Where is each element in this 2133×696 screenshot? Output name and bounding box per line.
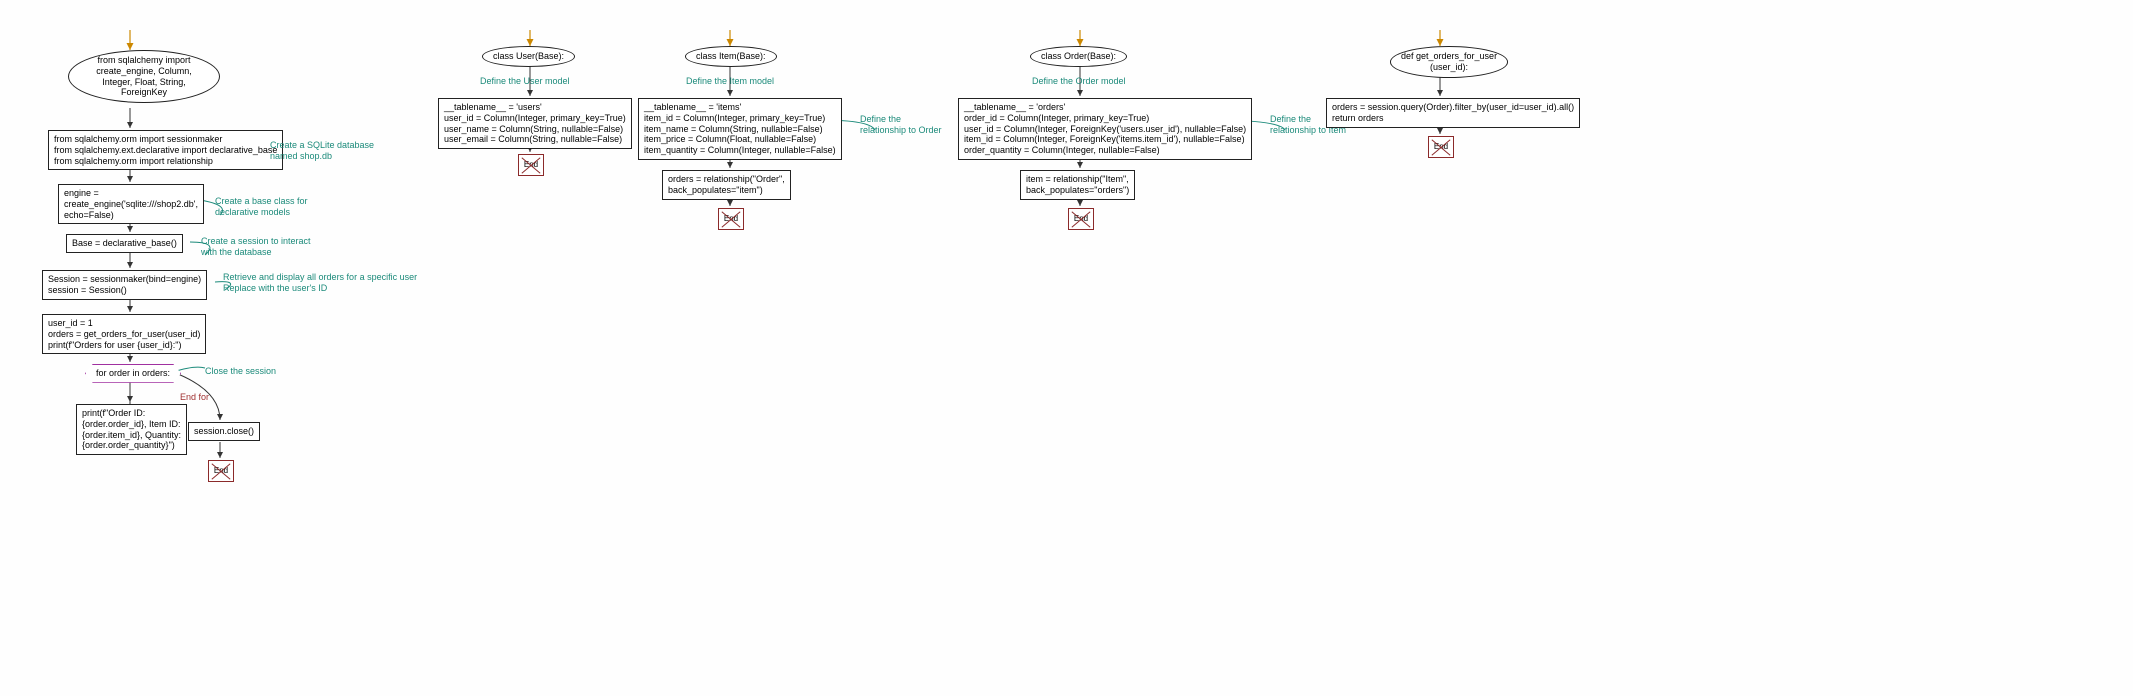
- item-rel-node: orders = relationship("Order", back_popu…: [662, 170, 791, 200]
- flowchart-canvas: from sqlalchemy import create_engine, Co…: [10, 10, 2133, 686]
- order-body-node: __tablename__ = 'orders' order_id = Colu…: [958, 98, 1252, 160]
- annot-create-db: Create a SQLite database named shop.db: [270, 140, 374, 162]
- item-start-node: class Item(Base):: [685, 46, 777, 67]
- main-end-node: End: [208, 460, 234, 482]
- user-end-node: End: [518, 154, 544, 176]
- item-end-node: End: [718, 208, 744, 230]
- node-text: for order in orders:: [96, 368, 170, 378]
- main-close-node: session.close(): [188, 422, 260, 441]
- func-start-node: def get_orders_for_user (user_id):: [1390, 46, 1508, 78]
- order-end-node: End: [1068, 208, 1094, 230]
- node-text: End: [1074, 214, 1088, 224]
- main-loop-node: for order in orders:: [85, 364, 181, 383]
- node-text: engine = create_engine('sqlite:///shop2.…: [64, 188, 198, 220]
- node-text: Session = sessionmaker(bind=engine) sess…: [48, 274, 201, 295]
- main-engine-node: engine = create_engine('sqlite:///shop2.…: [58, 184, 204, 224]
- func-body-node: orders = session.query(Order).filter_by(…: [1326, 98, 1580, 128]
- main-base-node: Base = declarative_base(): [66, 234, 183, 253]
- annot-order-model: Define the Order model: [1032, 76, 1126, 87]
- node-text: session.close(): [194, 426, 254, 436]
- annot-close: Close the session: [205, 366, 276, 377]
- node-text: orders = session.query(Order).filter_by(…: [1332, 102, 1574, 123]
- annot-endfor: End for: [180, 392, 209, 403]
- annot-item-rel: Define the relationship to Order: [860, 114, 942, 136]
- func-end-node: End: [1428, 136, 1454, 158]
- annot-base-class: Create a base class for declarative mode…: [215, 196, 308, 218]
- node-text: __tablename__ = 'items' item_id = Column…: [644, 102, 836, 155]
- main-session-node: Session = sessionmaker(bind=engine) sess…: [42, 270, 207, 300]
- user-body-node: __tablename__ = 'users' user_id = Column…: [438, 98, 632, 149]
- item-body-node: __tablename__ = 'items' item_id = Column…: [638, 98, 842, 160]
- annot-retrieve: Retrieve and display all orders for a sp…: [223, 272, 417, 294]
- node-text: class Item(Base):: [696, 51, 766, 61]
- node-text: End: [724, 214, 738, 224]
- node-text: user_id = 1 orders = get_orders_for_user…: [48, 318, 200, 350]
- main-print-node: print(f"Order ID: {order.order_id}, Item…: [76, 404, 187, 455]
- node-text: print(f"Order ID: {order.order_id}, Item…: [82, 408, 181, 450]
- node-text: End: [214, 466, 228, 476]
- main-start-node: from sqlalchemy import create_engine, Co…: [68, 50, 220, 103]
- annot-item-model: Define the Item model: [686, 76, 774, 87]
- node-text: orders = relationship("Order", back_popu…: [668, 174, 785, 195]
- node-text: from sqlalchemy.orm import sessionmaker …: [54, 134, 277, 166]
- annot-user-model: Define the User model: [480, 76, 570, 87]
- node-text: from sqlalchemy import create_engine, Co…: [96, 55, 192, 97]
- node-text: End: [1434, 142, 1448, 152]
- node-text: class User(Base):: [493, 51, 564, 61]
- main-userid-node: user_id = 1 orders = get_orders_for_user…: [42, 314, 206, 354]
- annot-session: Create a session to interact with the da…: [201, 236, 311, 258]
- node-text: item = relationship("Item", back_populat…: [1026, 174, 1129, 195]
- node-text: class Order(Base):: [1041, 51, 1116, 61]
- user-start-node: class User(Base):: [482, 46, 575, 67]
- order-rel-node: item = relationship("Item", back_populat…: [1020, 170, 1135, 200]
- node-text: def get_orders_for_user (user_id):: [1401, 51, 1497, 72]
- node-text: End: [524, 160, 538, 170]
- node-text: __tablename__ = 'users' user_id = Column…: [444, 102, 626, 144]
- node-text: __tablename__ = 'orders' order_id = Colu…: [964, 102, 1246, 155]
- node-text: Base = declarative_base(): [72, 238, 177, 248]
- main-imports-node: from sqlalchemy.orm import sessionmaker …: [48, 130, 283, 170]
- order-start-node: class Order(Base):: [1030, 46, 1127, 67]
